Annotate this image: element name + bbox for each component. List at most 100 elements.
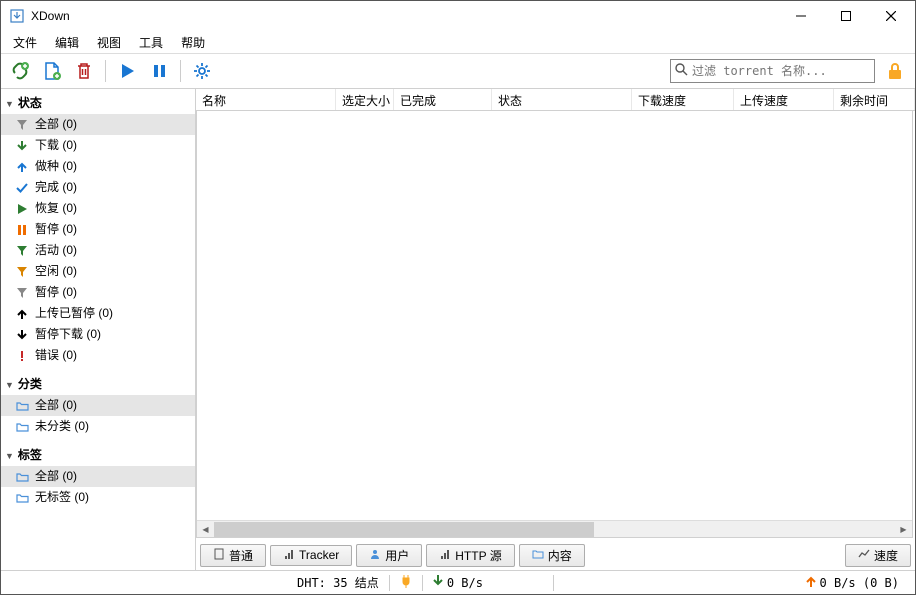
sidebar-item-tag[interactable]: 全部 (0) (1, 466, 195, 487)
sidebar-item-label: 暂停 (0) (35, 285, 77, 300)
arrow-up-blue-icon (15, 160, 29, 174)
sidebar-item-label: 空闲 (0) (35, 264, 77, 279)
sidebar-item-status[interactable]: 下载 (0) (1, 135, 195, 156)
sidebar-item-label: 下载 (0) (35, 138, 77, 153)
arrow-up-black-icon (15, 307, 29, 321)
sidebar-item-status[interactable]: 上传已暂停 (0) (1, 303, 195, 324)
column-status[interactable]: 状态 (492, 89, 632, 110)
folder-icon (15, 470, 29, 484)
settings-button[interactable] (189, 58, 215, 84)
sidebar-item-label: 暂停下载 (0) (35, 327, 101, 342)
sidebar-item-status[interactable]: 做种 (0) (1, 156, 195, 177)
folder-icon (15, 491, 29, 505)
sidebar-item-status[interactable]: 暂停 (0) (1, 219, 195, 240)
column-upspeed[interactable]: 上传速度 (734, 89, 834, 110)
sidebar-item-label: 未分类 (0) (35, 419, 89, 434)
tab-speed[interactable]: 速度 (845, 544, 911, 567)
arrow-down-icon (433, 575, 443, 590)
horizontal-scrollbar[interactable]: ◀ ▶ (197, 520, 912, 537)
pause-button[interactable] (146, 58, 172, 84)
sidebar-item-status[interactable]: 暂停下载 (0) (1, 324, 195, 345)
sidebar-item-label: 全部 (0) (35, 398, 77, 413)
toolbar-separator (105, 60, 106, 82)
menu-help[interactable]: 帮助 (173, 32, 213, 53)
tab-peers[interactable]: 用户 (356, 544, 422, 567)
plug-icon (400, 574, 412, 591)
sidebar-item-label: 恢复 (0) (35, 201, 77, 216)
arrow-down-green-icon (15, 139, 29, 153)
sidebar-item-status[interactable]: 全部 (0) (1, 114, 195, 135)
resume-button[interactable] (114, 58, 140, 84)
status-firewall[interactable] (390, 574, 422, 591)
tab-tracker[interactable]: Tracker (270, 545, 352, 566)
scroll-left-icon[interactable]: ◀ (197, 521, 214, 537)
sidebar-item-status[interactable]: 完成 (0) (1, 177, 195, 198)
sidebar-item-label: 无标签 (0) (35, 490, 89, 505)
sidebar-item-status[interactable]: 恢复 (0) (1, 198, 195, 219)
column-done[interactable]: 已完成 (394, 89, 492, 110)
search-icon (675, 63, 688, 79)
status-upload-speed[interactable]: 0 B/s (0 B) (796, 575, 909, 590)
play-green-icon (15, 202, 29, 216)
sidebar-item-category[interactable]: 全部 (0) (1, 395, 195, 416)
delete-button[interactable] (71, 58, 97, 84)
status-dht[interactable]: DHT: 35 结点 (287, 574, 389, 591)
speed-icon (858, 548, 870, 563)
maximize-button[interactable] (823, 2, 868, 30)
sidebar-header-category[interactable]: 分类 (1, 372, 195, 395)
toolbar-separator (180, 60, 181, 82)
folder-icon (15, 399, 29, 413)
doc-icon (213, 548, 225, 563)
torrent-list[interactable]: ◀ ▶ (196, 111, 913, 538)
chevron-down-icon (5, 448, 14, 462)
sidebar-item-tag[interactable]: 无标签 (0) (1, 487, 195, 508)
menu-view[interactable]: 视图 (89, 32, 129, 53)
sidebar-item-category[interactable]: 未分类 (0) (1, 416, 195, 437)
sidebar: 状态 全部 (0) 下载 (0) 做种 (0) 完成 (0) 恢复 (0) 暂停 (0) 活… (1, 89, 196, 570)
tab-general[interactable]: 普通 (200, 544, 266, 567)
menu-file[interactable]: 文件 (5, 32, 45, 53)
arrow-down-black-icon (15, 328, 29, 342)
scroll-right-icon[interactable]: ▶ (895, 521, 912, 537)
sidebar-item-status[interactable]: 暂停 (0) (1, 282, 195, 303)
status-bar: DHT: 35 结点 0 B/s 0 B/s (0 B) (1, 570, 915, 594)
search-input[interactable] (692, 64, 870, 78)
filter-green-icon (15, 244, 29, 258)
http-icon (439, 548, 451, 563)
sidebar-header-tag[interactable]: 标签 (1, 443, 195, 466)
menu-edit[interactable]: 编辑 (47, 32, 87, 53)
sidebar-item-label: 全部 (0) (35, 117, 77, 132)
excl-red-icon (15, 349, 29, 363)
sidebar-item-label: 暂停 (0) (35, 222, 77, 237)
chevron-down-icon (5, 96, 14, 110)
menu-tools[interactable]: 工具 (131, 32, 171, 53)
column-eta[interactable]: 剩余时间 (834, 89, 915, 110)
table-header: 名称 选定大小 已完成 状态 下载速度 上传速度 剩余时间 (196, 89, 915, 111)
lock-button[interactable] (881, 58, 909, 84)
sidebar-item-status[interactable]: 错误 (0) (1, 345, 195, 366)
column-name[interactable]: 名称 (196, 89, 336, 110)
pause-orange-icon (15, 223, 29, 237)
close-button[interactable] (868, 2, 913, 30)
sidebar-header-status[interactable]: 状态 (1, 91, 195, 114)
column-dlspeed[interactable]: 下载速度 (632, 89, 734, 110)
filter-gray-icon (15, 286, 29, 300)
column-size[interactable]: 选定大小 (336, 89, 394, 110)
sidebar-item-status[interactable]: 空闲 (0) (1, 261, 195, 282)
minimize-button[interactable] (778, 2, 823, 30)
tab-http[interactable]: HTTP 源 (426, 544, 514, 567)
tracker-icon (283, 548, 295, 563)
tab-content[interactable]: 内容 (519, 544, 585, 567)
add-torrent-button[interactable] (39, 58, 65, 84)
add-link-button[interactable] (7, 58, 33, 84)
sidebar-item-label: 错误 (0) (35, 348, 77, 363)
chevron-down-icon (5, 377, 14, 391)
status-download-speed[interactable]: 0 B/s (423, 575, 553, 590)
scrollbar-thumb[interactable] (214, 522, 594, 537)
sidebar-item-status[interactable]: 活动 (0) (1, 240, 195, 261)
sidebar-item-label: 完成 (0) (35, 180, 77, 195)
filter-gray-icon (15, 118, 29, 132)
search-box[interactable] (670, 59, 875, 83)
window-title: XDown (31, 9, 778, 23)
check-blue-icon (15, 181, 29, 195)
